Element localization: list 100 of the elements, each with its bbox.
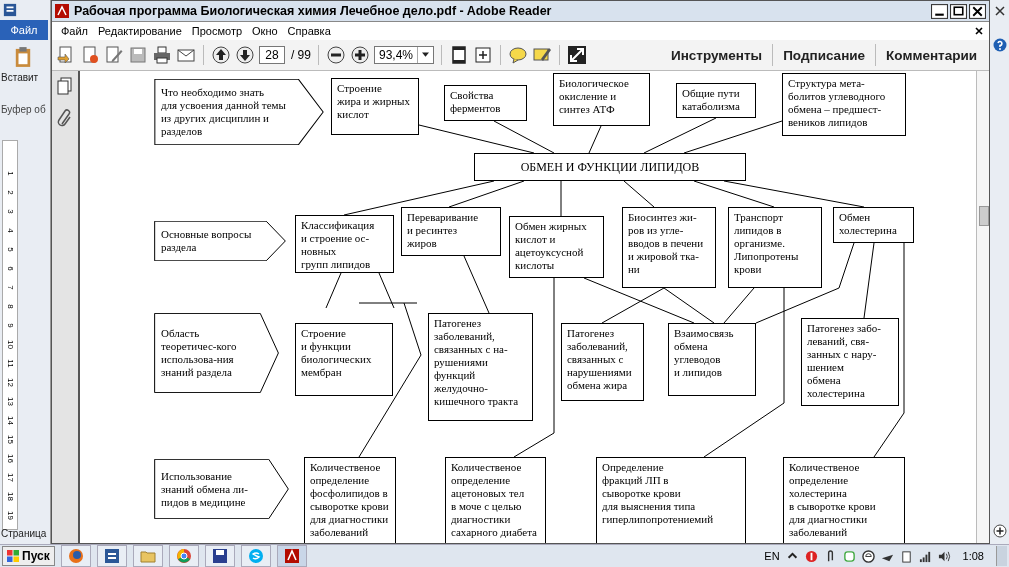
zoom-in-icon[interactable]	[993, 524, 1007, 538]
topic-box: Определение фракций ЛП в сыворотке крови для выяснения типа гиперлипопротениемий	[595, 457, 746, 543]
ruler-number: 9	[5, 322, 15, 330]
topic-box: Свойства ферментов	[443, 85, 527, 121]
minimize-icon[interactable]	[931, 3, 948, 19]
close-icon[interactable]	[975, 27, 983, 35]
device-icon[interactable]	[899, 549, 913, 563]
connector-line	[325, 272, 342, 309]
topic-box: Биосинтез жи- ров из угле- вводов в печени и жировой тка- ни	[621, 207, 716, 288]
note-icon[interactable]	[842, 549, 856, 563]
edit-document-icon[interactable]	[103, 45, 124, 65]
ruler-number: 19	[5, 510, 15, 522]
document-app-icon[interactable]	[3, 3, 17, 17]
connector-line	[560, 180, 562, 217]
page-status-label: Страница	[1, 528, 48, 539]
ruler-number: 10	[5, 339, 15, 351]
paperclip-icon[interactable]	[56, 109, 73, 127]
zoom-out-icon[interactable]	[325, 45, 346, 65]
clipboard-group-label: Буфер об	[1, 104, 47, 115]
ruler-number: 3	[5, 208, 15, 216]
comment-icon[interactable]	[508, 45, 528, 65]
topic-box: Патогенез заболеваний, связанных с нарушениями обмена жира	[560, 323, 644, 401]
connector-line	[623, 180, 655, 208]
pages-icon[interactable]	[56, 77, 73, 95]
speaker-icon[interactable]	[937, 549, 951, 563]
ruler-number: 6	[5, 265, 15, 273]
flag-icon	[7, 550, 19, 562]
pdf-app-icon[interactable]	[276, 545, 307, 567]
page-count-label: / 99	[290, 48, 311, 62]
topic-box: Количественое определение холестерина в сыворотке крови для диагностики заболеваний	[782, 457, 905, 543]
paste-label[interactable]: Вставит	[1, 72, 49, 83]
ruler-number: 11	[5, 358, 15, 370]
clipboard-icon[interactable]	[14, 46, 32, 68]
ruler-number: 15	[5, 434, 15, 446]
topic-box: Строение и функции биологических мембран	[294, 323, 393, 396]
ruler-number: 8	[5, 303, 15, 311]
language-indicator[interactable]: EN	[764, 550, 780, 562]
close-icon[interactable]	[995, 6, 1005, 16]
next-page-icon[interactable]	[234, 45, 255, 65]
ruler-number: 16	[5, 453, 15, 465]
ruler-number: 12	[5, 377, 15, 389]
topic-box: Взаимосвязь обмена углеводов и липидов	[667, 323, 756, 396]
topic-box: Строение жира и жирных кислот	[330, 78, 419, 135]
document-app-icon[interactable]	[96, 545, 127, 567]
menu-item[interactable]: Файл	[55, 25, 93, 37]
row-heading-arrow: Основные вопросы раздела	[153, 221, 286, 261]
topic-box: Общие пути катаболизма	[675, 83, 756, 118]
menu-item[interactable]: Просмотр	[186, 25, 248, 37]
topic-box: Количественое определение ацетоновых тел в моче с целью диагностики сахарного диабета	[444, 457, 546, 543]
topic-box: Классификация и строение ос- новных групп липидов	[294, 215, 394, 273]
ruler-number: 5	[5, 246, 15, 254]
topic-box: Транспорт липидов в организме. Липопротены крови	[727, 207, 822, 288]
topic-box: Структура мета- болитов углеводного обмена – предшест- веников липидов	[781, 73, 906, 136]
connector-line	[463, 255, 490, 314]
print-icon[interactable]	[151, 45, 172, 65]
start-button[interactable]: Пуск	[2, 546, 55, 566]
fit-width-icon[interactable]	[473, 45, 493, 65]
clock[interactable]: 1:08	[962, 550, 984, 562]
ruler-number: 18	[5, 491, 15, 503]
help-icon[interactable]	[993, 38, 1007, 52]
browser-icon[interactable]	[861, 549, 875, 563]
close-icon[interactable]	[969, 3, 986, 19]
expand-icon[interactable]	[567, 45, 587, 65]
row-heading-arrow: Область теоретичес-кого использова-ния знаний раздела	[153, 313, 279, 393]
topic-box: Переваривание и ресинтез жиров	[400, 207, 501, 256]
menu-item[interactable]: Справка	[282, 25, 336, 37]
scrollbar[interactable]	[976, 71, 989, 543]
menu-item[interactable]: Окно	[247, 25, 283, 37]
central-topic-box: ОБМЕН И ФУНКЦИИ ЛИПИДОВ	[473, 153, 746, 181]
row-heading-arrow: Использование знаний обмена ли- пидов в медицине	[153, 459, 289, 519]
menu-item[interactable]: Редактирование	[93, 25, 187, 37]
panel-tab[interactable]: Комментарии	[878, 47, 985, 63]
zoom-in-icon[interactable]	[349, 45, 370, 65]
connector-line	[588, 125, 602, 154]
topic-box: Обмен холестерина	[832, 207, 914, 243]
ruler-number: 1	[5, 170, 15, 178]
zoom-dropdown[interactable]: 93,4%	[373, 46, 434, 64]
ruler-number: 7	[5, 284, 15, 292]
ruler-number: 13	[5, 396, 15, 408]
save-icon[interactable]	[204, 545, 235, 567]
ruler-number: 14	[5, 415, 15, 427]
topic-box: Патогенез заболеваний, связанных с на- рушениями функций желудочно- кишечного тракта	[427, 313, 533, 421]
panel-tab[interactable]: Подписание	[775, 47, 874, 63]
topic-box: Количественое определение фосфолипидов в сыворотке крови для диагностики заболеваний	[303, 457, 396, 543]
maximize-icon[interactable]	[950, 3, 967, 19]
signal-icon[interactable]	[918, 549, 932, 563]
fit-page-icon[interactable]	[449, 45, 469, 65]
ruler-number: 2	[5, 189, 15, 197]
page-number-field[interactable]: 28	[258, 46, 285, 64]
file-tab[interactable]: Файл	[0, 20, 48, 40]
previous-page-icon[interactable]	[210, 45, 231, 65]
topic-box: Обмен жирных кислот и ацетоуксусной кислоты	[508, 216, 604, 278]
shield-icon[interactable]	[804, 549, 818, 563]
topic-box: Биологическое окисление и синтез АТФ	[552, 73, 650, 126]
topic-box: Патогенез забо- леваний, свя- занных с нару- шением обмена холестерина	[800, 318, 899, 406]
ruler-number: 4	[5, 227, 15, 235]
panel-tab[interactable]: Инструменты	[663, 47, 771, 63]
window-title: Рабочая программа Биологическая химия Лечебное дело.pdf - Adobe Reader	[73, 4, 553, 18]
row-heading-arrow: Что необходимо знать для усвоения данной темы из других дисциплин и разделов	[153, 79, 324, 145]
globe-icon[interactable]	[60, 545, 91, 567]
